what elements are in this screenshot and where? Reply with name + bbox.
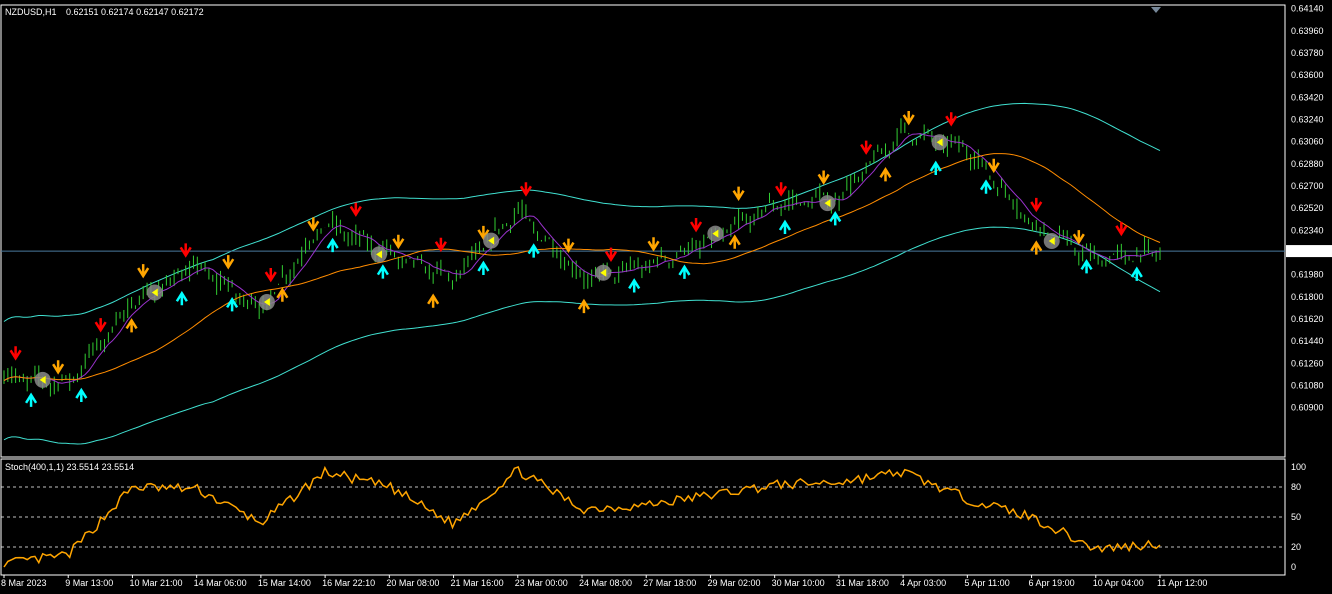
chart-window[interactable]: 0.64140 0.63960 0.63780 0.63600 0.63420 0.632… [0, 0, 1332, 594]
stoch-tick-label: 100 [1291, 462, 1306, 472]
price-tick-label[interactable]: 0.62520 [1291, 203, 1324, 213]
time-tick-label[interactable]: 10 Mar 21:00 [129, 578, 182, 588]
symbol-label: NZDUSD,H1 [5, 7, 57, 17]
price-tick-label[interactable]: 0.63600 [1291, 70, 1324, 80]
time-tick-label[interactable]: 10 Apr 04:00 [1093, 578, 1144, 588]
time-tick-label[interactable]: 30 Mar 10:00 [772, 578, 825, 588]
price-tick-label[interactable]: 0.62700 [1291, 181, 1324, 191]
time-tick-label[interactable]: 16 Mar 22:10 [322, 578, 375, 588]
time-tick-label[interactable]: 11 Apr 12:00 [1157, 578, 1207, 588]
time-tick-label[interactable]: 27 Mar 18:00 [643, 578, 696, 588]
stoch-tick-label: 50 [1291, 512, 1301, 522]
time-tick-label[interactable]: 15 Mar 14:00 [258, 578, 311, 588]
price-tick-label[interactable]: 0.61620 [1291, 314, 1324, 324]
price-tick-label[interactable]: 0.63960 [1291, 26, 1324, 36]
time-tick-label[interactable]: 29 Mar 02:00 [707, 578, 760, 588]
price-tick-label[interactable]: 0.63060 [1291, 137, 1324, 147]
price-tick-label[interactable]: 0.63240 [1291, 115, 1324, 125]
price-tick-label[interactable]: 0.61980 [1291, 270, 1324, 280]
price-tick-label[interactable]: 0.62880 [1291, 159, 1324, 169]
price-tick-label[interactable]: 0.63780 [1291, 48, 1324, 58]
ohlc-label: 0.62151 0.62174 0.62147 0.62172 [66, 7, 204, 17]
price-tick-label[interactable]: 0.61260 [1291, 358, 1324, 368]
price-tick-label[interactable]: 0.63420 [1291, 92, 1324, 102]
time-tick-label[interactable]: 21 Mar 16:00 [451, 578, 504, 588]
time-tick-label[interactable]: 14 Mar 06:00 [194, 578, 247, 588]
price-tick-label[interactable]: 0.61800 [1291, 292, 1324, 302]
time-tick-label[interactable]: 5 Apr 11:00 [964, 578, 1009, 588]
time-tick-label[interactable]: 24 Mar 08:00 [579, 578, 632, 588]
time-tick-label[interactable]: 23 Mar 00:00 [515, 578, 568, 588]
price-tick-label[interactable]: 0.62160 [1291, 248, 1324, 258]
time-tick-label[interactable]: 9 Mar 13:00 [65, 578, 113, 588]
stoch-tick-label: 20 [1291, 542, 1301, 552]
price-tick-label[interactable]: 0.60900 [1291, 403, 1324, 413]
time-tick-label[interactable]: 8 Mar 2023 [1, 578, 47, 588]
time-tick-label[interactable]: 6 Apr 19:00 [1029, 578, 1075, 588]
stoch-tick-label: 0 [1291, 562, 1296, 572]
time-tick-label[interactable]: 4 Apr 03:00 [900, 578, 946, 588]
stoch-indicator-label: Stoch(400,1,1) 23.5514 23.5514 [5, 462, 134, 472]
time-tick-label[interactable]: 31 Mar 18:00 [836, 578, 889, 588]
price-tick-label[interactable]: 0.61440 [1291, 336, 1324, 346]
price-tick-label[interactable]: 0.64140 [1291, 4, 1324, 14]
price-tick-label[interactable]: 0.62340 [1291, 225, 1324, 235]
time-tick-label[interactable]: 20 Mar 08:00 [386, 578, 439, 588]
stoch-tick-label: 80 [1291, 482, 1301, 492]
price-tick-label[interactable]: 0.61080 [1291, 381, 1324, 391]
